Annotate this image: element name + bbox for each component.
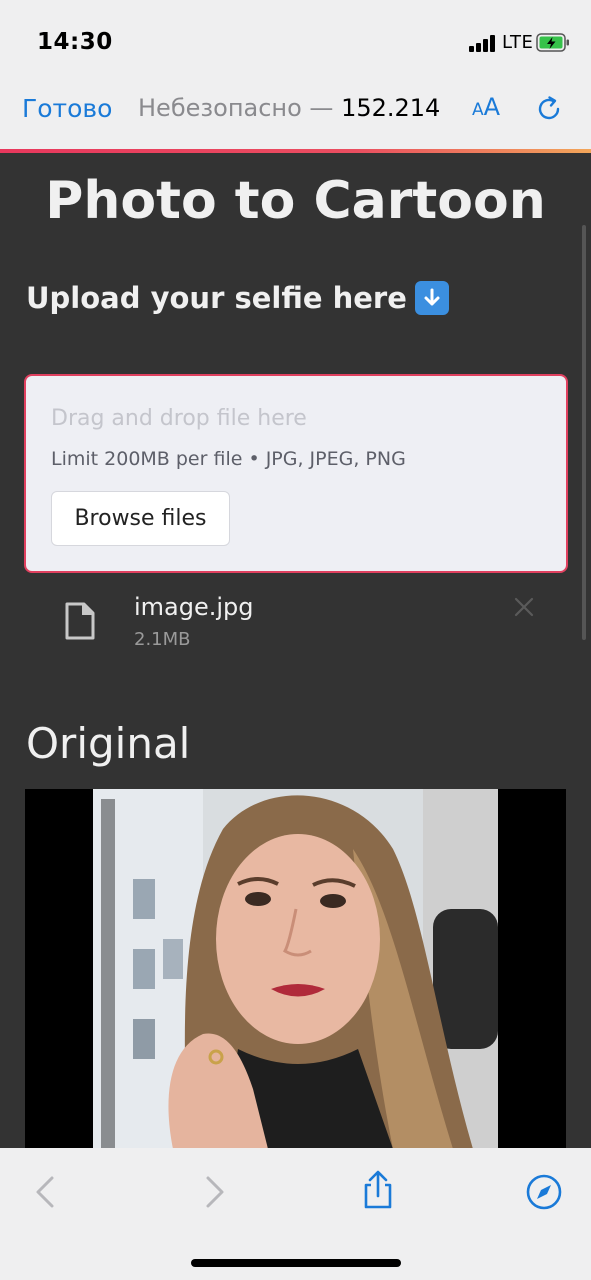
uploaded-file-name: image.jpg — [134, 593, 254, 621]
upload-heading-text: Upload your selfie here — [26, 281, 407, 315]
browse-files-button[interactable]: Browse files — [51, 491, 230, 546]
status-bar: 14:30 LTE — [0, 0, 591, 80]
address-bar: Готово Небезопасно — 152.214 AA — [0, 80, 591, 149]
battery-charging-icon — [536, 33, 569, 52]
forward-icon[interactable] — [194, 1172, 234, 1212]
scrollbar[interactable] — [582, 225, 586, 640]
back-icon[interactable] — [26, 1172, 66, 1212]
home-indicator[interactable] — [191, 1259, 401, 1267]
text-size-button[interactable]: AA — [472, 93, 500, 121]
done-button[interactable]: Готово — [22, 94, 112, 123]
web-page[interactable]: Photo to Cartoon Upload your selfie here… — [0, 153, 591, 1148]
dropzone-limit: Limit 200MB per file • JPG, JPEG, PNG — [51, 448, 406, 470]
close-icon[interactable] — [513, 596, 535, 618]
uploaded-file-size: 2.1MB — [134, 629, 191, 650]
upload-heading: Upload your selfie here — [26, 281, 449, 315]
compass-icon[interactable] — [524, 1172, 564, 1212]
dropzone-instructions: Drag and drop file here — [51, 406, 307, 431]
browser-toolbar — [0, 1148, 591, 1280]
file-dropzone[interactable]: Drag and drop file here Limit 200MB per … — [24, 374, 568, 573]
file-icon — [65, 602, 95, 640]
insecure-label: Небезопасно — — [138, 94, 342, 122]
down-arrow-emoji — [414, 281, 449, 315]
original-heading: Original — [26, 719, 191, 768]
selfie-photo — [93, 789, 498, 1148]
share-icon[interactable] — [358, 1170, 398, 1210]
network-type: LTE — [502, 32, 534, 53]
page-title: Photo to Cartoon — [45, 171, 546, 231]
url-field[interactable]: Небезопасно — 152.214 — [138, 94, 440, 122]
reload-icon[interactable] — [534, 94, 564, 124]
status-time: 14:30 — [37, 29, 113, 55]
signal-icon — [469, 34, 497, 52]
original-image — [25, 789, 566, 1148]
url-host: 152.214 — [341, 94, 441, 122]
